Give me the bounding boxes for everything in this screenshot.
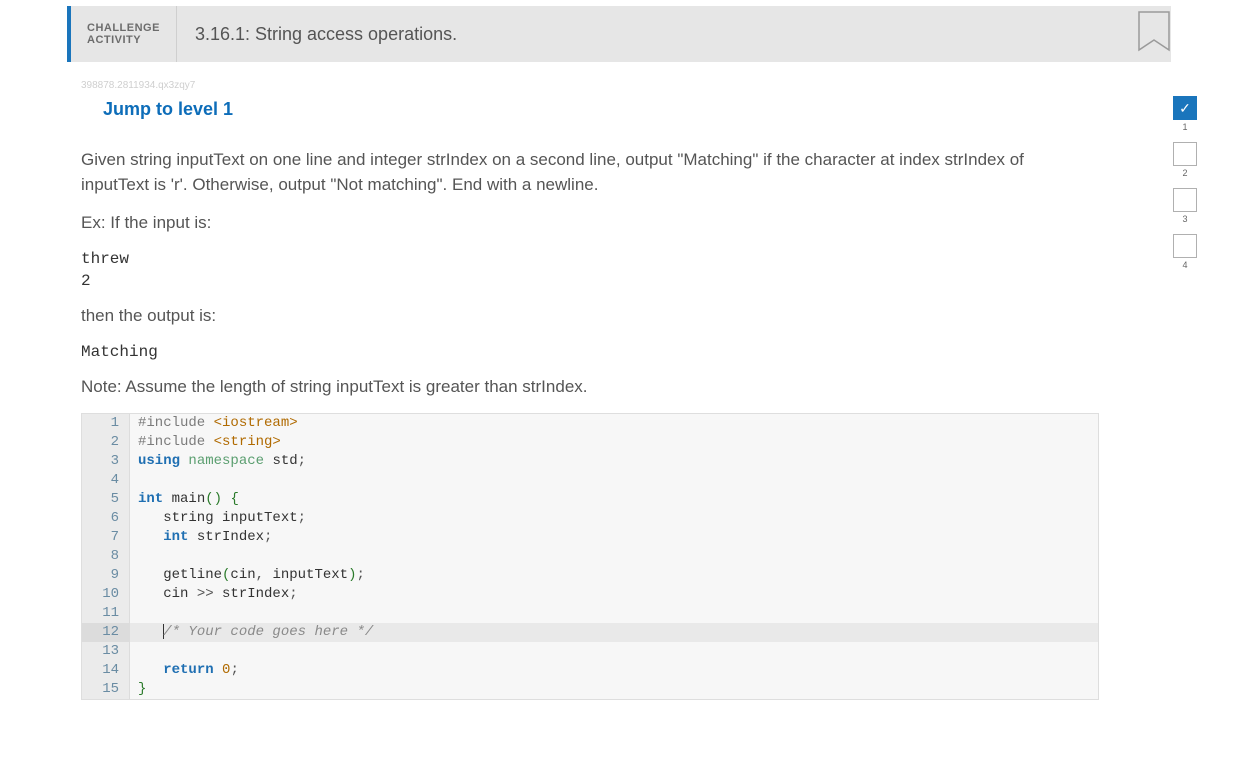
example-intro: Ex: If the input is: <box>81 211 1081 236</box>
level-step[interactable]: 2 <box>1173 142 1197 178</box>
activity-type-label: CHALLENGE ACTIVITY <box>71 6 177 62</box>
line-number: 15 <box>82 680 130 699</box>
code-text[interactable]: return 0; <box>130 661 1098 680</box>
activity-header: CHALLENGE ACTIVITY 3.16.1: String access… <box>67 6 1171 62</box>
line-number: 7 <box>82 528 130 547</box>
line-number: 13 <box>82 642 130 661</box>
level-step[interactable]: 4 <box>1173 234 1197 270</box>
activity-type-line2: ACTIVITY <box>87 34 160 46</box>
problem-description: Given string inputText on one line and i… <box>81 148 1157 399</box>
jump-to-level-link[interactable]: Jump to level 1 <box>103 99 233 120</box>
code-line[interactable]: 2#include <string> <box>82 433 1098 452</box>
code-line[interactable]: 11 <box>82 604 1098 623</box>
code-text[interactable] <box>130 642 1098 661</box>
code-text[interactable] <box>130 471 1098 490</box>
code-line[interactable]: 7 int strIndex; <box>82 528 1098 547</box>
example-input-line: threw <box>81 250 1157 268</box>
code-text[interactable]: cin >> strIndex; <box>130 585 1098 604</box>
code-line[interactable]: 1#include <iostream> <box>82 414 1098 433</box>
example-input-line: 2 <box>81 272 1157 290</box>
code-text[interactable]: #include <iostream> <box>130 414 1098 433</box>
line-number: 11 <box>82 604 130 623</box>
code-text[interactable]: int main() { <box>130 490 1098 509</box>
level-step-done-icon: ✓ <box>1173 96 1197 120</box>
level-progress-rail: ✓1234 <box>1173 96 1197 270</box>
line-number: 3 <box>82 452 130 471</box>
code-line[interactable]: 4 <box>82 471 1098 490</box>
code-line[interactable]: 9 getline(cin, inputText); <box>82 566 1098 585</box>
code-text[interactable]: /* Your code goes here */ <box>130 623 1098 642</box>
level-step[interactable]: 3 <box>1173 188 1197 224</box>
challenge-container: CHALLENGE ACTIVITY 3.16.1: String access… <box>67 0 1171 730</box>
check-icon: ✓ <box>1179 101 1191 115</box>
example-output-line: Matching <box>81 343 1157 361</box>
line-number: 2 <box>82 433 130 452</box>
level-step-box <box>1173 142 1197 166</box>
code-line[interactable]: 6 string inputText; <box>82 509 1098 528</box>
code-text[interactable] <box>130 547 1098 566</box>
level-step-number: 3 <box>1182 214 1187 224</box>
problem-paragraph: Given string inputText on one line and i… <box>81 148 1081 197</box>
activity-content: 398878.2811934.qx3zqy7 Jump to level 1 G… <box>67 62 1171 730</box>
line-number: 8 <box>82 547 130 566</box>
code-line[interactable]: 10 cin >> strIndex; <box>82 585 1098 604</box>
code-text[interactable]: using namespace std; <box>130 452 1098 471</box>
bookmark-icon[interactable] <box>1135 10 1173 61</box>
line-number: 1 <box>82 414 130 433</box>
code-line[interactable]: 3using namespace std; <box>82 452 1098 471</box>
line-number: 6 <box>82 509 130 528</box>
level-step[interactable]: ✓1 <box>1173 96 1197 132</box>
code-text[interactable]: #include <string> <box>130 433 1098 452</box>
line-number: 14 <box>82 661 130 680</box>
level-step-number: 4 <box>1182 260 1187 270</box>
problem-note: Note: Assume the length of string inputT… <box>81 375 1081 400</box>
level-step-box <box>1173 188 1197 212</box>
code-line[interactable]: 15} <box>82 680 1098 699</box>
example-then: then the output is: <box>81 304 1081 329</box>
code-line[interactable]: 8 <box>82 547 1098 566</box>
code-text[interactable]: } <box>130 680 1098 699</box>
code-editor[interactable]: 1#include <iostream>2#include <string>3u… <box>81 413 1099 700</box>
line-number: 4 <box>82 471 130 490</box>
activity-title: 3.16.1: String access operations. <box>177 6 475 62</box>
code-line[interactable]: 12 /* Your code goes here */ <box>82 623 1098 642</box>
activity-type-line1: CHALLENGE <box>87 22 160 34</box>
line-number: 10 <box>82 585 130 604</box>
code-text[interactable]: int strIndex; <box>130 528 1098 547</box>
line-number: 12 <box>82 623 130 642</box>
level-step-box <box>1173 234 1197 258</box>
line-number: 9 <box>82 566 130 585</box>
code-text[interactable]: string inputText; <box>130 509 1098 528</box>
code-line[interactable]: 5int main() { <box>82 490 1098 509</box>
code-text[interactable]: getline(cin, inputText); <box>130 566 1098 585</box>
code-line[interactable]: 14 return 0; <box>82 661 1098 680</box>
level-step-number: 2 <box>1182 168 1187 178</box>
code-line[interactable]: 13 <box>82 642 1098 661</box>
level-step-number: 1 <box>1182 122 1187 132</box>
code-text[interactable] <box>130 604 1098 623</box>
activity-id: 398878.2811934.qx3zqy7 <box>81 80 1157 91</box>
line-number: 5 <box>82 490 130 509</box>
